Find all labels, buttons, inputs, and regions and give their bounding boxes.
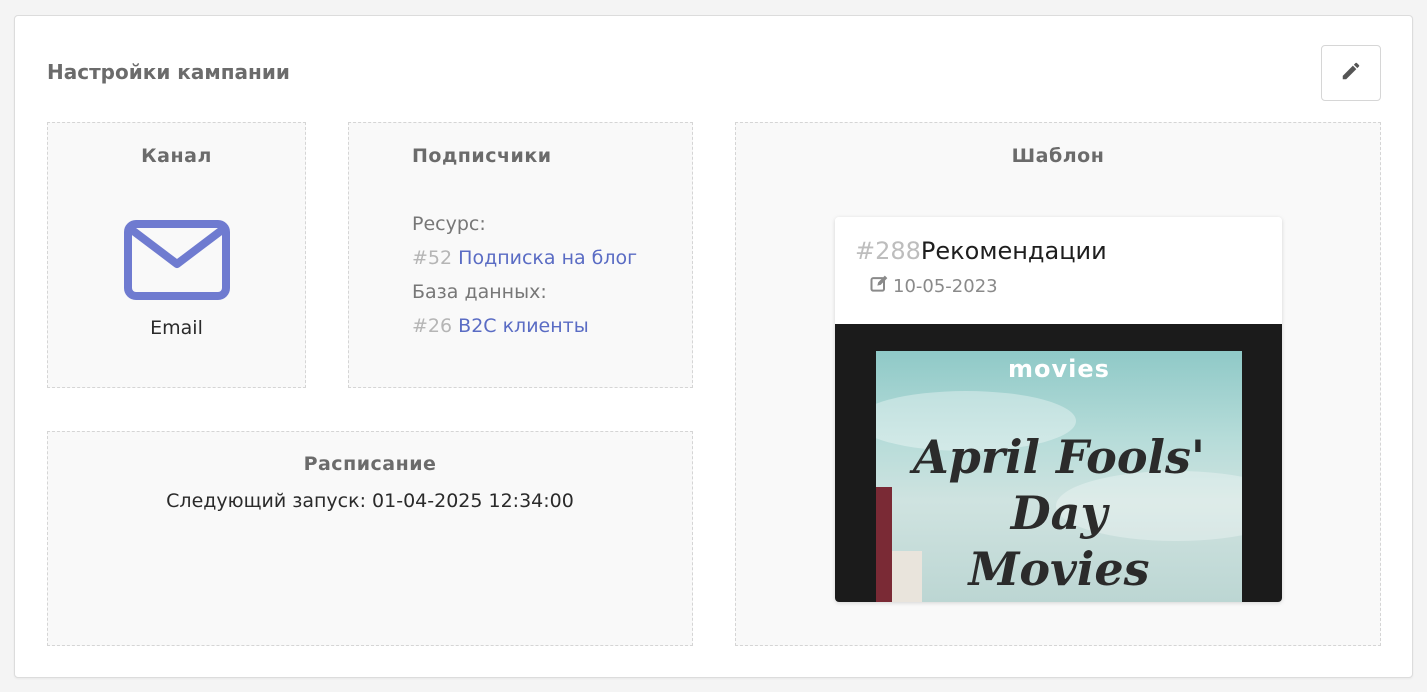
template-panel: Шаблон #288Рекомендации 10-05-2023 movie… [735,122,1381,646]
schedule-title: Расписание [303,453,437,475]
poster-headline-line1: April Fools' [912,430,1205,484]
database-label: База данных: [412,281,547,303]
database-link[interactable]: B2C клиенты [458,315,589,337]
card-title: Настройки кампании [47,60,290,84]
template-name-text: Рекомендации [920,237,1107,265]
poster-headline-line2: Day [1010,486,1108,540]
campaign-settings-card: Настройки кампании Канал Email Подписчик… [14,15,1413,678]
channel-title: Канал [141,145,212,167]
subscribers-panel: Подписчики Ресурс: #52 Подписка на блог … [348,122,693,388]
envelope-icon [124,220,230,304]
template-date: 10-05-2023 [869,274,998,299]
template-title: Шаблон [1011,145,1105,167]
channel-label: Email [150,317,203,339]
edit-square-icon [869,274,889,299]
resource-row: #52 Подписка на блог [412,241,637,275]
template-preview: movies April Fools' Day Movies [835,324,1282,602]
template-date-value: 10-05-2023 [893,276,998,297]
template-name: #288Рекомендации [855,237,1107,265]
channel-panel: Канал Email [47,122,306,388]
subscribers-title: Подписчики [412,145,552,167]
poster-headline-line3: Movies [968,542,1150,596]
schedule-panel: Расписание Следующий запуск: 01-04-2025 … [47,431,693,646]
next-run-text: Следующий запуск: 01-04-2025 12:34:00 [166,490,574,512]
poster-image: movies April Fools' Day Movies [876,351,1242,602]
database-id: #26 [412,315,453,337]
resource-link[interactable]: Подписка на блог [458,247,637,269]
database-row: #26 B2C клиенты [412,309,637,343]
poster-brand: movies [1008,355,1110,383]
resource-label: Ресурс: [412,213,486,235]
poster-headline: April Fools' Day Movies [876,429,1242,597]
pencil-icon [1340,60,1362,86]
resource-id: #52 [412,247,453,269]
edit-campaign-button[interactable] [1321,45,1381,101]
template-id: #288 [855,237,921,265]
template-card[interactable]: #288Рекомендации 10-05-2023 movies April… [835,217,1282,602]
